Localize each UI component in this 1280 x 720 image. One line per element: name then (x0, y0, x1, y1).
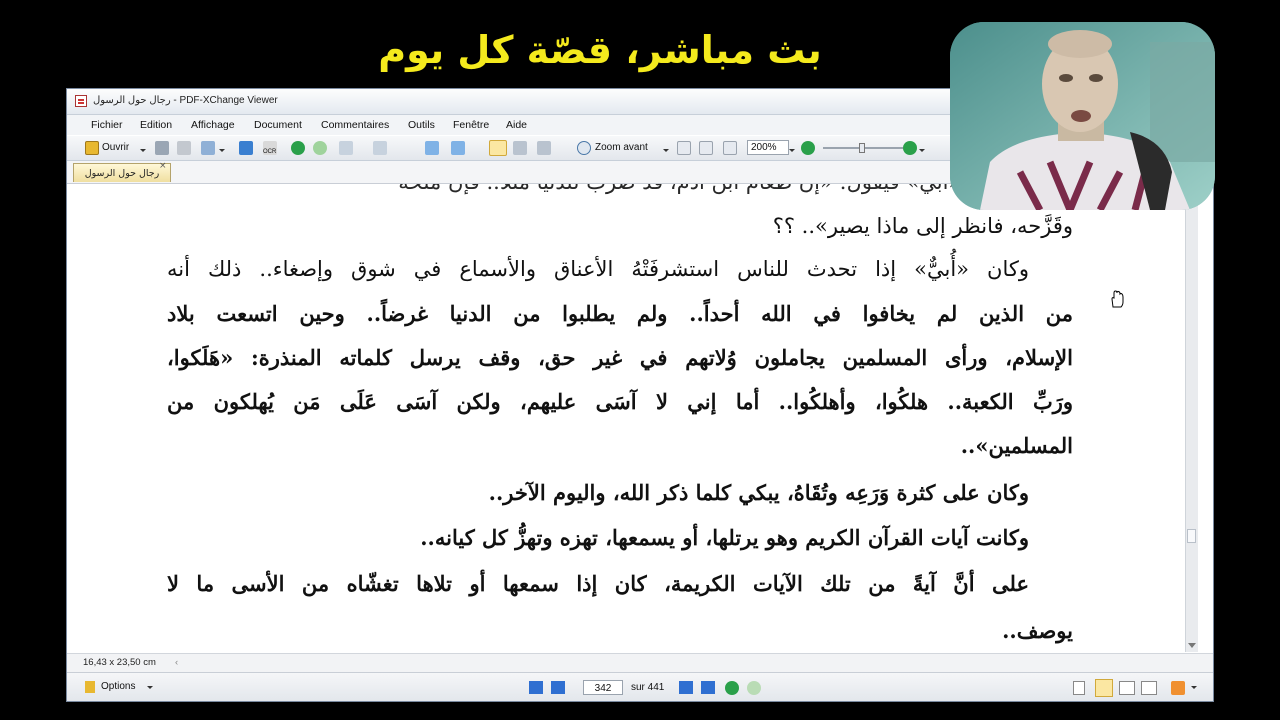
menu-edition[interactable]: Edition (140, 119, 172, 131)
menu-affichage[interactable]: Affichage (191, 119, 235, 131)
open-button[interactable]: Ouvrir (85, 140, 147, 156)
hand-cursor-icon (1111, 290, 1124, 308)
flag-icon (85, 681, 95, 693)
forward-icon[interactable] (313, 141, 327, 155)
menu-aide[interactable]: Aide (506, 119, 527, 131)
doc-line: من الذين لم يخافوا في الله أحداً.. ولم ي… (167, 301, 1073, 326)
zoom-in-icon[interactable] (903, 141, 917, 155)
scroll-down-icon[interactable] (1188, 643, 1196, 648)
window-title: رجال حول الرسول - PDF-XChange Viewer (93, 95, 278, 106)
single-page-icon[interactable] (1073, 681, 1085, 695)
continuous-facing-icon[interactable] (1141, 681, 1157, 695)
back-view-icon[interactable] (725, 681, 739, 695)
print-icon[interactable] (177, 141, 191, 155)
total-pages-text: sur 441 (631, 682, 665, 693)
chevron-down-icon (140, 149, 146, 152)
back-icon[interactable] (291, 141, 305, 155)
chevron-down-icon[interactable] (789, 149, 795, 152)
chevron-down-icon[interactable] (919, 149, 925, 152)
vertical-scrollbar[interactable] (1185, 184, 1198, 652)
document-page[interactable]: الدنيا يتحدث «أبي» فيقول: «إن طعام ابن آ… (67, 184, 1185, 652)
doc-line: وكانت آيات القرآن الكريم وهو يرتلها، أو … (420, 525, 1029, 550)
folder-icon (85, 141, 99, 155)
fit-page-icon[interactable] (699, 141, 713, 155)
chevron-down-icon (147, 686, 153, 689)
webcam-overlay (950, 22, 1215, 210)
email-icon[interactable] (201, 141, 215, 155)
zoom-level-select[interactable]: 200% (747, 140, 789, 155)
zoom-slider[interactable] (823, 143, 903, 153)
doc-line: وقَزَّحه، فانظر إلى ماذا يصير».. ؟؟ (772, 214, 1073, 238)
doc-line: ورَبِّ الكعبة.. هلكُوا، وأهلكُوا.. أما إ… (167, 389, 1073, 414)
doc-line: وكان على كثرة وَرَعِه وتُقَاهُ، يبكي كلم… (488, 480, 1029, 505)
tools-icon[interactable] (1171, 681, 1185, 695)
next-page-icon[interactable] (679, 681, 693, 694)
menu-outils[interactable]: Outils (408, 119, 435, 131)
hand-tool-icon[interactable] (489, 140, 507, 156)
fit-width-icon[interactable] (723, 141, 737, 155)
zoom-out-icon[interactable] (801, 141, 815, 155)
zoom-slider-handle[interactable] (859, 143, 865, 153)
tab-label: رجال حول الرسول (84, 168, 160, 179)
chevron-down-icon[interactable] (1191, 686, 1197, 689)
select-text-icon[interactable] (513, 141, 527, 155)
previous-page-icon[interactable] (551, 681, 565, 694)
magnifier-icon (577, 141, 591, 155)
close-icon[interactable]: × (159, 161, 167, 171)
scrollbar-thumb[interactable] (1187, 529, 1196, 543)
scan-icon[interactable] (239, 141, 253, 155)
first-page-icon[interactable] (529, 681, 543, 694)
tab-rijal-hawl-al-rasul[interactable]: رجال حول الرسول (73, 163, 171, 182)
redo-icon[interactable] (373, 141, 387, 155)
doc-line: على أنَّ آيةً من تلك الآيات الكريمة، كان… (167, 571, 1029, 596)
ocr-button[interactable]: OCR (263, 140, 287, 156)
actual-size-icon[interactable] (677, 141, 691, 155)
status-bar: Options 342 sur 441 (67, 672, 1213, 701)
menu-document[interactable]: Document (254, 119, 302, 131)
undo-icon[interactable] (339, 141, 353, 155)
chevron-left-icon[interactable]: ‹ (175, 657, 178, 668)
continuous-page-icon[interactable] (1095, 679, 1113, 697)
paste-icon[interactable] (451, 141, 465, 155)
zoom-in-button[interactable]: Zoom avant (577, 140, 669, 156)
doc-line: يوصف.. (1002, 618, 1073, 643)
doc-line: المسلمين».. (960, 433, 1073, 458)
last-page-icon[interactable] (701, 681, 715, 694)
options-button[interactable]: Options (85, 681, 155, 695)
live-banner-title: بث مباشر، قصّة كل يوم (378, 28, 822, 72)
facing-pages-icon[interactable] (1119, 681, 1135, 695)
snapshot-icon[interactable] (537, 141, 551, 155)
forward-view-icon[interactable] (747, 681, 761, 695)
presenter-video-image (950, 22, 1215, 210)
doc-line: وكان «أُبيٌّ» إذا تحدث للناس استشرفَتْهُ… (167, 257, 1029, 281)
doc-line: الإسلام، ورأى المسلمين يجاملون وُلاتهم ف… (167, 345, 1073, 370)
copy-icon[interactable] (425, 141, 439, 155)
menu-commentaires[interactable]: Commentaires (321, 119, 389, 131)
page-size-text: 16,43 x 23,50 cm (83, 657, 156, 668)
app-icon (75, 95, 87, 107)
chevron-down-icon (663, 149, 669, 152)
menu-fichier[interactable]: Fichier (91, 119, 123, 131)
chevron-down-icon[interactable] (219, 149, 225, 152)
page-size-bar: 16,43 x 23,50 cm ‹ (67, 653, 1213, 672)
page-number-input[interactable]: 342 (583, 680, 623, 695)
save-icon[interactable] (155, 141, 169, 155)
menu-fenetre[interactable]: Fenêtre (453, 119, 489, 131)
